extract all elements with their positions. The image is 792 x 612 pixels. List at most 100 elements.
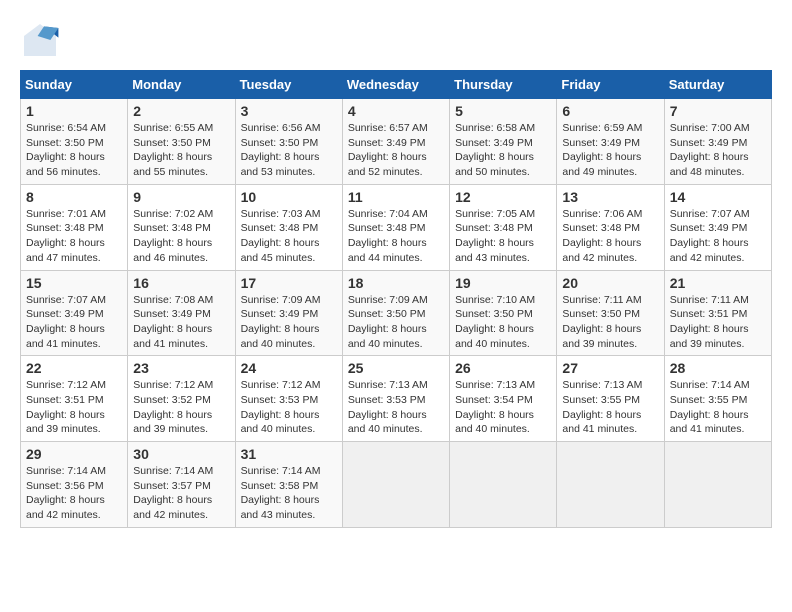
day-number: 12 xyxy=(455,189,551,205)
day-number: 17 xyxy=(241,275,337,291)
calendar-cell: 10 Sunrise: 7:03 AMSunset: 3:48 PMDayligh… xyxy=(235,184,342,270)
day-number: 9 xyxy=(133,189,229,205)
calendar-cell: 28 Sunrise: 7:14 AMSunset: 3:55 PMDayligh… xyxy=(664,356,771,442)
calendar-cell: 13 Sunrise: 7:06 AMSunset: 3:48 PMDayligh… xyxy=(557,184,664,270)
calendar-cell: 14 Sunrise: 7:07 AMSunset: 3:49 PMDayligh… xyxy=(664,184,771,270)
day-number: 1 xyxy=(26,103,122,119)
day-number: 11 xyxy=(348,189,444,205)
calendar-cell: 17 Sunrise: 7:09 AMSunset: 3:49 PMDayligh… xyxy=(235,270,342,356)
calendar-cell: 2Sunrise: 6:55 AMSunset: 3:50 PMDaylight… xyxy=(128,99,235,185)
calendar-cell: 16 Sunrise: 7:08 AMSunset: 3:49 PMDayligh… xyxy=(128,270,235,356)
day-info: Sunrise: 7:11 AMSunset: 3:51 PMDaylight:… xyxy=(670,293,766,352)
header xyxy=(20,20,772,60)
day-info: Sunrise: 7:08 AMSunset: 3:49 PMDaylight:… xyxy=(133,293,229,352)
day-info: Sunrise: 6:59 AMSunset: 3:49 PMDaylight:… xyxy=(562,121,658,180)
weekday-header-tuesday: Tuesday xyxy=(235,71,342,99)
calendar-cell: 9 Sunrise: 7:02 AMSunset: 3:48 PMDaylight… xyxy=(128,184,235,270)
day-info: Sunrise: 7:14 AMSunset: 3:55 PMDaylight:… xyxy=(670,378,766,437)
day-info: Sunrise: 7:11 AMSunset: 3:50 PMDaylight:… xyxy=(562,293,658,352)
day-info: Sunrise: 7:00 AMSunset: 3:49 PMDaylight:… xyxy=(670,121,766,180)
calendar-cell: 22 Sunrise: 7:12 AMSunset: 3:51 PMDayligh… xyxy=(21,356,128,442)
logo-icon xyxy=(20,20,60,60)
day-number: 26 xyxy=(455,360,551,376)
weekday-header-thursday: Thursday xyxy=(450,71,557,99)
day-info: Sunrise: 6:57 AMSunset: 3:49 PMDaylight:… xyxy=(348,121,444,180)
day-info: Sunrise: 7:14 AMSunset: 3:57 PMDaylight:… xyxy=(133,464,229,523)
calendar-week-row: 8 Sunrise: 7:01 AMSunset: 3:48 PMDaylight… xyxy=(21,184,772,270)
calendar-cell: 4 Sunrise: 6:57 AMSunset: 3:49 PMDaylight… xyxy=(342,99,449,185)
day-number: 20 xyxy=(562,275,658,291)
calendar-cell: 7Sunrise: 7:00 AMSunset: 3:49 PMDaylight… xyxy=(664,99,771,185)
calendar-cell: 15 Sunrise: 7:07 AMSunset: 3:49 PMDayligh… xyxy=(21,270,128,356)
calendar-cell: 11 Sunrise: 7:04 AMSunset: 3:48 PMDayligh… xyxy=(342,184,449,270)
calendar-cell: 18Sunrise: 7:09 AMSunset: 3:50 PMDayligh… xyxy=(342,270,449,356)
calendar-cell: 27 Sunrise: 7:13 AMSunset: 3:55 PMDayligh… xyxy=(557,356,664,442)
day-number: 23 xyxy=(133,360,229,376)
weekday-header-sunday: Sunday xyxy=(21,71,128,99)
day-info: Sunrise: 7:07 AMSunset: 3:49 PMDaylight:… xyxy=(26,293,122,352)
day-number: 14 xyxy=(670,189,766,205)
day-info: Sunrise: 7:03 AMSunset: 3:48 PMDaylight:… xyxy=(241,207,337,266)
calendar-week-row: 29Sunrise: 7:14 AMSunset: 3:56 PMDayligh… xyxy=(21,442,772,528)
weekday-header-monday: Monday xyxy=(128,71,235,99)
day-number: 6 xyxy=(562,103,658,119)
day-number: 5 xyxy=(455,103,551,119)
calendar-week-row: 22 Sunrise: 7:12 AMSunset: 3:51 PMDayligh… xyxy=(21,356,772,442)
calendar-cell: 29Sunrise: 7:14 AMSunset: 3:56 PMDayligh… xyxy=(21,442,128,528)
day-info: Sunrise: 6:58 AMSunset: 3:49 PMDaylight:… xyxy=(455,121,551,180)
day-info: Sunrise: 6:56 AMSunset: 3:50 PMDaylight:… xyxy=(241,121,337,180)
day-info: Sunrise: 7:06 AMSunset: 3:48 PMDaylight:… xyxy=(562,207,658,266)
calendar-cell: 21 Sunrise: 7:11 AMSunset: 3:51 PMDayligh… xyxy=(664,270,771,356)
weekday-header-row: SundayMondayTuesdayWednesdayThursdayFrid… xyxy=(21,71,772,99)
day-info: Sunrise: 7:12 AMSunset: 3:52 PMDaylight:… xyxy=(133,378,229,437)
day-info: Sunrise: 7:10 AMSunset: 3:50 PMDaylight:… xyxy=(455,293,551,352)
day-number: 13 xyxy=(562,189,658,205)
calendar-cell: 8 Sunrise: 7:01 AMSunset: 3:48 PMDaylight… xyxy=(21,184,128,270)
weekday-header-friday: Friday xyxy=(557,71,664,99)
day-info: Sunrise: 6:54 AMSunset: 3:50 PMDaylight:… xyxy=(26,121,122,180)
day-number: 25 xyxy=(348,360,444,376)
calendar-cell: 20 Sunrise: 7:11 AMSunset: 3:50 PMDayligh… xyxy=(557,270,664,356)
day-info: Sunrise: 7:13 AMSunset: 3:54 PMDaylight:… xyxy=(455,378,551,437)
day-info: Sunrise: 7:09 AMSunset: 3:50 PMDaylight:… xyxy=(348,293,444,352)
day-number: 31 xyxy=(241,446,337,462)
calendar-cell: 12 Sunrise: 7:05 AMSunset: 3:48 PMDayligh… xyxy=(450,184,557,270)
day-info: Sunrise: 7:07 AMSunset: 3:49 PMDaylight:… xyxy=(670,207,766,266)
day-info: Sunrise: 7:01 AMSunset: 3:48 PMDaylight:… xyxy=(26,207,122,266)
day-number: 22 xyxy=(26,360,122,376)
calendar-cell xyxy=(664,442,771,528)
calendar-cell: 5 Sunrise: 6:58 AMSunset: 3:49 PMDaylight… xyxy=(450,99,557,185)
day-number: 15 xyxy=(26,275,122,291)
day-info: Sunrise: 7:14 AMSunset: 3:56 PMDaylight:… xyxy=(26,464,122,523)
day-info: Sunrise: 7:02 AMSunset: 3:48 PMDaylight:… xyxy=(133,207,229,266)
day-number: 4 xyxy=(348,103,444,119)
calendar-cell: 24Sunrise: 7:12 AMSunset: 3:53 PMDayligh… xyxy=(235,356,342,442)
day-number: 8 xyxy=(26,189,122,205)
day-number: 21 xyxy=(670,275,766,291)
day-number: 3 xyxy=(241,103,337,119)
calendar-cell: 1 Sunrise: 6:54 AMSunset: 3:50 PMDaylight… xyxy=(21,99,128,185)
logo xyxy=(20,20,64,60)
calendar-cell: 23 Sunrise: 7:12 AMSunset: 3:52 PMDayligh… xyxy=(128,356,235,442)
calendar-cell: 30 Sunrise: 7:14 AMSunset: 3:57 PMDayligh… xyxy=(128,442,235,528)
day-number: 16 xyxy=(133,275,229,291)
calendar-table: SundayMondayTuesdayWednesdayThursdayFrid… xyxy=(20,70,772,528)
calendar-week-row: 15 Sunrise: 7:07 AMSunset: 3:49 PMDayligh… xyxy=(21,270,772,356)
day-info: Sunrise: 7:09 AMSunset: 3:49 PMDaylight:… xyxy=(241,293,337,352)
day-number: 30 xyxy=(133,446,229,462)
day-info: Sunrise: 7:05 AMSunset: 3:48 PMDaylight:… xyxy=(455,207,551,266)
day-info: Sunrise: 7:13 AMSunset: 3:55 PMDaylight:… xyxy=(562,378,658,437)
day-info: Sunrise: 7:13 AMSunset: 3:53 PMDaylight:… xyxy=(348,378,444,437)
calendar-cell xyxy=(450,442,557,528)
day-number: 2 xyxy=(133,103,229,119)
weekday-header-saturday: Saturday xyxy=(664,71,771,99)
calendar-cell: 25 Sunrise: 7:13 AMSunset: 3:53 PMDayligh… xyxy=(342,356,449,442)
calendar-cell xyxy=(557,442,664,528)
day-number: 28 xyxy=(670,360,766,376)
day-number: 10 xyxy=(241,189,337,205)
day-info: Sunrise: 7:04 AMSunset: 3:48 PMDaylight:… xyxy=(348,207,444,266)
day-number: 27 xyxy=(562,360,658,376)
day-info: Sunrise: 7:12 AMSunset: 3:51 PMDaylight:… xyxy=(26,378,122,437)
calendar-cell: 26 Sunrise: 7:13 AMSunset: 3:54 PMDayligh… xyxy=(450,356,557,442)
day-info: Sunrise: 7:12 AMSunset: 3:53 PMDaylight:… xyxy=(241,378,337,437)
